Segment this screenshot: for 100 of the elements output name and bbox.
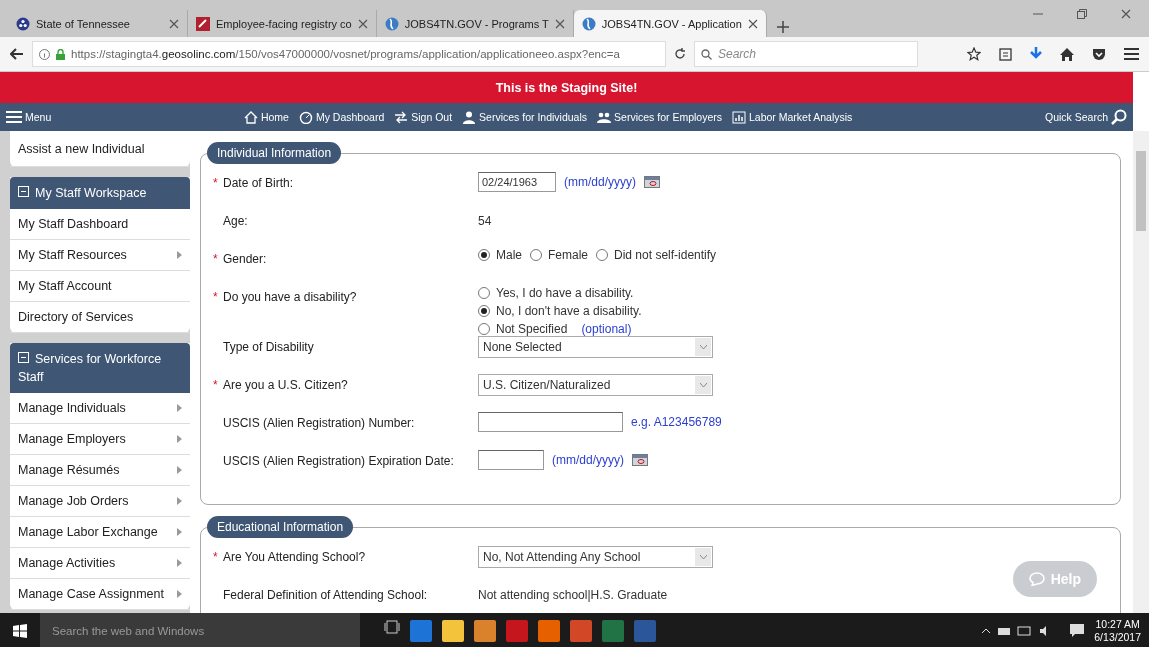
required-mark: * xyxy=(213,378,218,392)
chart-icon xyxy=(732,110,746,124)
sidebar-item[interactable]: Manage Case Assignment xyxy=(10,579,190,610)
close-icon[interactable] xyxy=(1121,8,1131,19)
reload-icon[interactable] xyxy=(674,48,686,60)
nav-link[interactable]: My Dashboard xyxy=(298,110,385,124)
radio-label[interactable]: Female xyxy=(548,248,589,262)
search-field[interactable]: Search xyxy=(694,41,918,67)
date-format-hint: (mm/dd/yyyy) xyxy=(564,175,636,189)
search-icon xyxy=(701,48,712,60)
sidebar-item[interactable]: Manage Labor Exchange xyxy=(10,517,190,548)
dropdown[interactable]: No, Not Attending Any School xyxy=(478,546,713,568)
sidebar-item[interactable]: Manage Individuals xyxy=(10,393,190,424)
sidebar-item[interactable]: Manage Employers xyxy=(10,424,190,455)
field-label: Age: xyxy=(222,214,248,228)
dropdown[interactable]: None Selected xyxy=(478,336,713,358)
date-field[interactable] xyxy=(478,450,544,470)
app-icon[interactable] xyxy=(442,619,464,642)
sidebar-section-header[interactable]: My Staff Workspace xyxy=(10,177,190,209)
arrows-icon xyxy=(394,110,409,124)
sidebar-section-header[interactable]: Services for Workforce Staff xyxy=(10,343,190,393)
section-title: Individual Information xyxy=(207,142,342,164)
field-label: Date of Birth: xyxy=(222,176,294,190)
scrollbar[interactable] xyxy=(1133,131,1149,613)
field-value: 54 xyxy=(478,213,492,228)
speech-bubble-icon xyxy=(1028,572,1045,586)
back-icon[interactable] xyxy=(10,48,24,60)
staging-banner: This is the Staging Site! xyxy=(0,72,1133,103)
favicon-icon xyxy=(196,16,210,31)
radio-label[interactable]: Did not self-identify xyxy=(614,248,717,262)
field-label: Are You Attending School? xyxy=(222,550,366,564)
browser-tab[interactable]: JOBS4TN.GOV - Application xyxy=(573,10,767,37)
date-field[interactable]: 02/24/1963 xyxy=(478,172,556,192)
required-mark: * xyxy=(213,550,218,564)
sidebar-item[interactable]: Manage Résumés xyxy=(10,455,190,486)
sidebar-item[interactable]: My Staff Dashboard xyxy=(10,209,190,240)
globe-icon xyxy=(384,16,399,31)
quick-search-button[interactable]: Quick Search xyxy=(1044,109,1127,125)
input-field[interactable] xyxy=(478,412,623,432)
radio-button[interactable] xyxy=(478,287,490,299)
nav-link[interactable]: Services for Individuals xyxy=(462,110,588,124)
menu-icon xyxy=(6,111,22,123)
task-view-icon[interactable] xyxy=(384,619,400,634)
nav-link[interactable]: Services for Employers xyxy=(597,110,722,124)
sidebar-item[interactable]: Assist a new Individual xyxy=(10,131,190,167)
close-icon[interactable] xyxy=(357,18,368,29)
pocket-icon[interactable] xyxy=(1092,47,1106,61)
radio-label[interactable]: Not Specified xyxy=(496,322,568,336)
person-icon xyxy=(462,110,477,124)
optional-note: (optional) xyxy=(581,322,632,336)
app-icon[interactable] xyxy=(474,619,496,642)
sidebar-item[interactable]: Directory of Services xyxy=(10,302,190,333)
field-value: Not attending school|H.S. Graduate xyxy=(478,587,668,602)
restore-icon[interactable] xyxy=(1077,8,1087,19)
clipboard-icon[interactable] xyxy=(999,47,1012,61)
app-icon[interactable] xyxy=(538,619,560,642)
field-label: USCIS (Alien Registration) Expiration Date: xyxy=(222,454,454,468)
home-icon[interactable] xyxy=(1060,47,1074,61)
field-label: Do you have a disability? xyxy=(222,290,357,304)
nav-link[interactable]: Home xyxy=(243,110,289,124)
example-hint: e.g. A123456789 xyxy=(631,415,722,429)
sidebar-item[interactable]: Manage Job Orders xyxy=(10,486,190,517)
globe-icon xyxy=(581,16,596,31)
sidebar-item[interactable]: My Staff Account xyxy=(10,271,190,302)
radio-label[interactable]: No, I don't have a disability. xyxy=(496,304,642,318)
sidebar-item[interactable]: My Staff Resources xyxy=(10,240,190,271)
calendar-icon[interactable] xyxy=(644,176,660,188)
collapse-icon xyxy=(18,186,29,197)
radio-button[interactable] xyxy=(478,249,490,261)
taskbar-clock[interactable]: 10:27 AM 6/13/2017 xyxy=(1094,617,1141,644)
close-icon[interactable] xyxy=(747,18,758,29)
info-icon xyxy=(39,48,50,60)
nav-link[interactable]: Sign Out xyxy=(394,110,453,124)
close-icon[interactable] xyxy=(554,18,565,29)
date-format-hint: (mm/dd/yyyy) xyxy=(552,453,624,467)
radio-label[interactable]: Male xyxy=(496,248,522,262)
field-label: Gender: xyxy=(222,252,267,266)
radio-button[interactable] xyxy=(596,249,609,261)
menu-button[interactable]: Menu xyxy=(6,111,52,123)
radio-button[interactable] xyxy=(478,305,490,317)
download-icon[interactable] xyxy=(1030,47,1042,61)
required-mark: * xyxy=(213,176,218,190)
nav-link[interactable]: Labor Market Analysis xyxy=(732,110,853,124)
close-icon[interactable] xyxy=(169,18,179,29)
url-field[interactable]: https://stagingta4.geosolinc.com/150/vos47000000/vosnet/programs/application/applicationeeo.aspx?enc=a xyxy=(32,41,666,67)
calendar-icon[interactable] xyxy=(632,454,648,466)
dropdown[interactable]: U.S. Citizen/Naturalized xyxy=(478,374,713,396)
taskbar-search-field[interactable]: Search the web and Windows xyxy=(40,613,360,647)
required-mark: * xyxy=(213,252,218,266)
sidebar-item[interactable]: Manage Activities xyxy=(10,548,190,579)
radio-button[interactable] xyxy=(478,323,490,335)
windows-start-icon[interactable] xyxy=(13,623,27,638)
field-label: Are you a U.S. Citizen? xyxy=(222,378,348,392)
radio-label[interactable]: Yes, I do have a disability. xyxy=(496,286,634,300)
search-icon xyxy=(1111,109,1127,125)
menu-icon[interactable] xyxy=(1124,48,1139,60)
people-icon xyxy=(597,110,612,124)
radio-button[interactable] xyxy=(530,249,542,261)
notification-icon[interactable] xyxy=(1070,624,1085,637)
star-icon[interactable] xyxy=(967,47,981,61)
